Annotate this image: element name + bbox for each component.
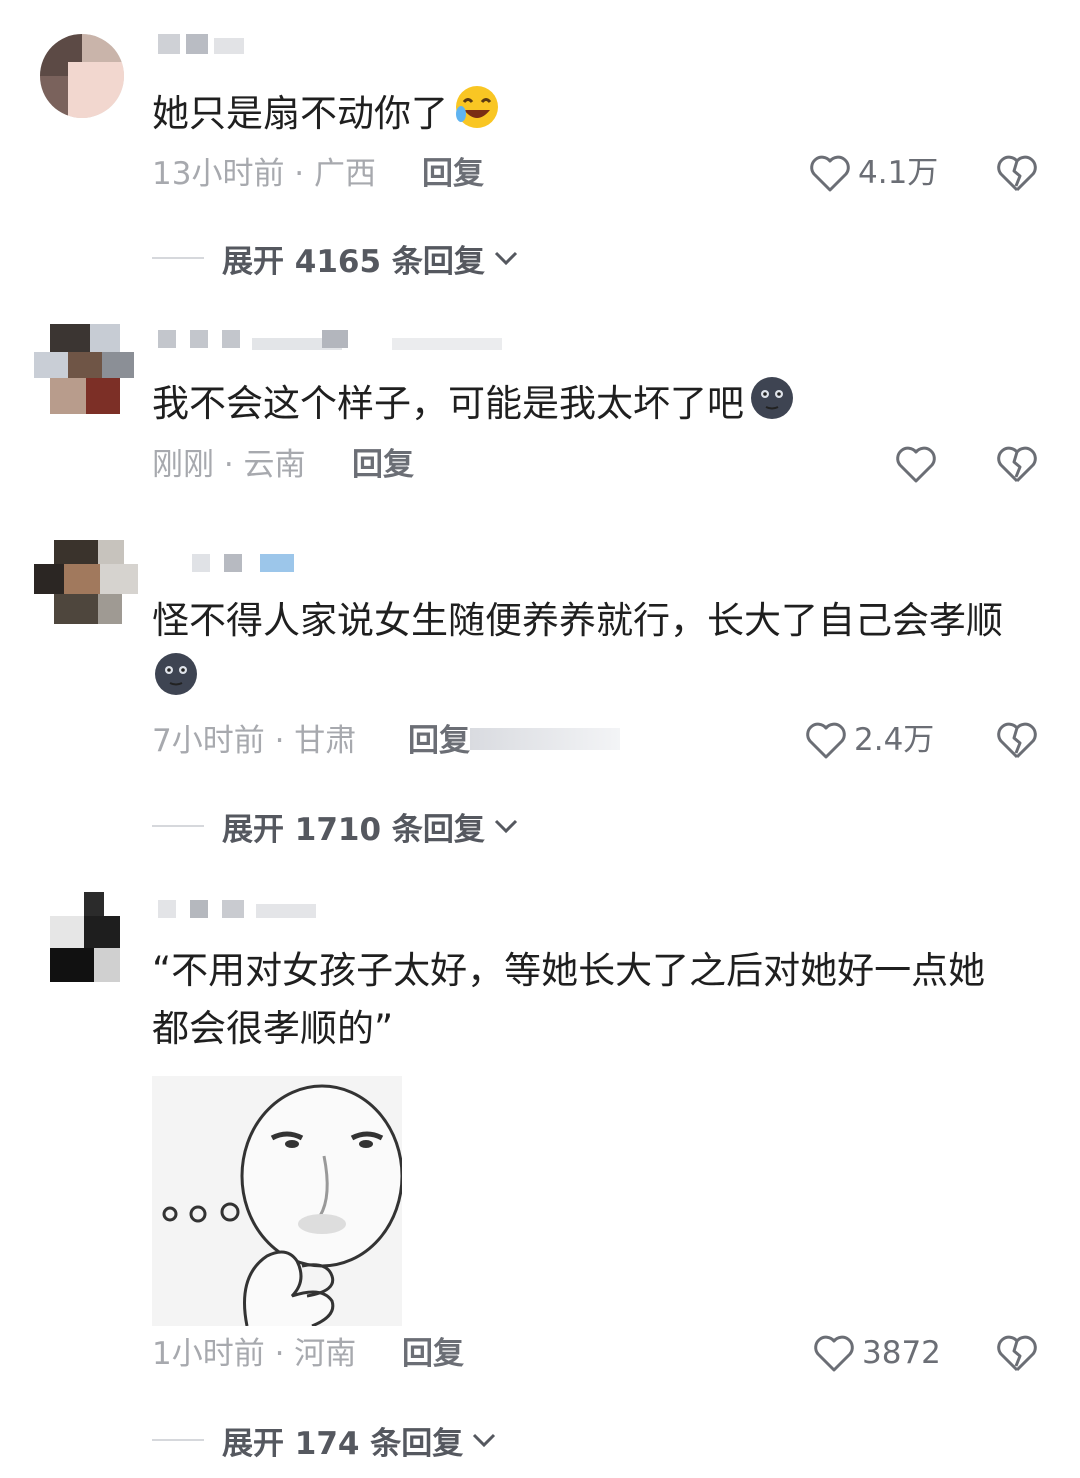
thinking-meme-image[interactable] <box>152 1076 402 1326</box>
divider-line <box>152 825 204 827</box>
reply-button[interactable]: 回复 <box>402 1334 464 1374</box>
avatar[interactable] <box>34 540 138 624</box>
comment-2: 我不会这个样子，可能是我太坏了吧 刚刚 · 云南 回复 <box>0 300 1080 520</box>
comment-text: 怪不得人家说女生随便养养就行，长大了自己会孝顺 <box>152 592 1032 715</box>
dislike-button[interactable] <box>995 443 1039 489</box>
like-count: 2.4万 <box>854 722 935 758</box>
like-count: 3872 <box>862 1335 941 1371</box>
expand-label: 展开 4165 条回复 <box>222 243 485 280</box>
dislike-button[interactable] <box>995 1332 1039 1378</box>
reply-button[interactable]: 回复 <box>422 154 484 194</box>
dark-moon-icon <box>748 374 796 439</box>
username-blurred[interactable] <box>152 32 352 62</box>
comment-text: 她只是扇不动你了 <box>152 82 1032 149</box>
expand-replies-button[interactable]: 展开 4165 条回复 <box>152 236 519 280</box>
broken-heart-icon <box>997 446 1037 483</box>
heart-icon <box>814 1335 854 1372</box>
time-location: 7小时前 · 甘肃 <box>152 723 357 759</box>
comment-text: 我不会这个样子，可能是我太坏了吧 <box>152 374 1032 439</box>
heart-icon <box>896 446 936 483</box>
time-location: 刚刚 · 云南 <box>152 447 306 483</box>
like-button[interactable]: 4.1万 <box>808 151 938 195</box>
expand-replies-button[interactable]: 展开 1710 条回复 <box>152 804 519 848</box>
expand-label: 展开 1710 条回复 <box>222 811 485 848</box>
chevron-down-icon <box>473 1433 496 1448</box>
avatar[interactable] <box>40 34 124 118</box>
username-blurred[interactable] <box>152 550 352 580</box>
avatar[interactable] <box>40 892 130 982</box>
like-button[interactable]: 2.4万 <box>804 718 934 762</box>
comment-3: 怪不得人家说女生随便养养就行，长大了自己会孝顺 7小时前 · 甘肃 回复 2.4… <box>0 520 1080 870</box>
time-location: 13小时前 · 广西 <box>152 156 377 192</box>
heart-icon <box>810 155 850 192</box>
comment-1: 她只是扇不动你了 13小时前 · 广西 回复 4.1万 展开 4165 条回复 <box>0 0 1080 300</box>
heart-icon <box>806 722 846 759</box>
expand-label: 展开 174 条回复 <box>222 1425 464 1462</box>
blur-overlay <box>470 728 620 750</box>
divider-line <box>152 1439 204 1441</box>
reply-button[interactable]: 回复 <box>408 721 470 761</box>
comment-text: “不用对女孩子太好，等她长大了之后对她好一点她都会很孝顺的” <box>152 949 986 1050</box>
reply-button[interactable]: 回复 <box>352 445 414 485</box>
dark-moon-icon <box>152 650 200 715</box>
broken-heart-icon <box>997 1335 1037 1372</box>
chevron-down-icon <box>494 251 517 266</box>
broken-heart-icon <box>997 722 1037 759</box>
like-count: 4.1万 <box>858 155 939 191</box>
like-button[interactable] <box>894 442 944 486</box>
rofl-icon <box>452 82 502 149</box>
avatar[interactable] <box>34 324 134 414</box>
comment-4: “不用对女孩子太好，等她长大了之后对她好一点她都会很孝顺的” 1小时前 · 河南… <box>0 870 1080 1478</box>
broken-heart-icon <box>997 155 1037 192</box>
time-location: 1小时前 · 河南 <box>152 1336 357 1372</box>
dislike-button[interactable] <box>995 719 1039 765</box>
dislike-button[interactable] <box>995 152 1039 198</box>
divider-line <box>152 257 204 259</box>
username-blurred[interactable] <box>152 896 352 926</box>
username-blurred[interactable] <box>152 326 512 356</box>
like-button[interactable]: 3872 <box>812 1331 941 1375</box>
chevron-down-icon <box>494 819 517 834</box>
expand-replies-button[interactable]: 展开 174 条回复 <box>152 1418 497 1462</box>
